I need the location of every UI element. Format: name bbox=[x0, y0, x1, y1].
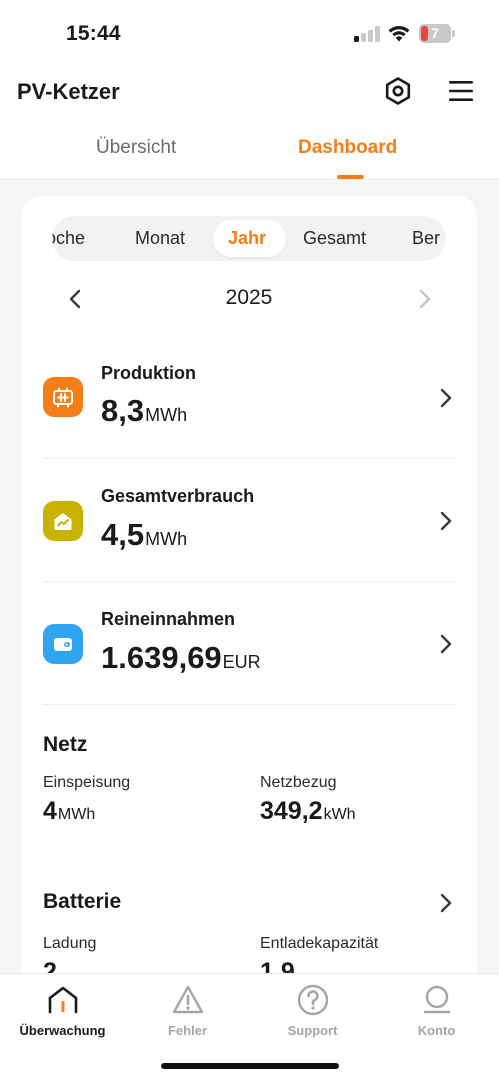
metric-value: 1.639,69EUR bbox=[101, 640, 261, 676]
nav-item-ueberwachung[interactable]: Überwachung bbox=[0, 974, 125, 1054]
chevron-right-icon[interactable] bbox=[416, 288, 434, 310]
metric-row-produktion[interactable]: Produktion 8,3MWh bbox=[43, 337, 456, 459]
home-chart-icon bbox=[43, 501, 83, 541]
einspeisung-label: Einspeisung bbox=[43, 774, 131, 791]
period-option-monat[interactable]: Monat bbox=[135, 228, 185, 249]
user-account-icon bbox=[423, 985, 451, 1014]
chevron-right-icon bbox=[440, 511, 452, 531]
netzbezug-number: 349,2 bbox=[260, 797, 323, 825]
period-option-bericht[interactable]: Ber bbox=[412, 228, 440, 249]
battery-level: 7 bbox=[431, 25, 439, 41]
ladung-label: Ladung bbox=[43, 935, 97, 952]
hamburger-menu-icon bbox=[449, 81, 473, 101]
nav-label: Fehler bbox=[167, 1023, 207, 1038]
section-title-batterie: Batterie bbox=[43, 890, 122, 913]
cellular-signal-icon bbox=[354, 26, 380, 42]
metric-label: Reineinnahmen bbox=[101, 609, 236, 629]
tab-uebersicht[interactable]: Übersicht bbox=[96, 137, 176, 159]
metric-row-gesamtverbrauch[interactable]: Gesamtverbrauch 4,5MWh bbox=[43, 460, 456, 582]
einspeisung-number: 4 bbox=[43, 797, 57, 825]
chevron-right-icon[interactable] bbox=[439, 892, 453, 914]
netzbezug-unit: kWh bbox=[323, 806, 356, 823]
app-title: PV-Ketzer bbox=[17, 79, 120, 104]
hexagon-settings-icon bbox=[385, 77, 411, 105]
chevron-right-icon bbox=[440, 388, 452, 408]
home-monitor-icon bbox=[48, 986, 78, 1014]
chevron-left-icon[interactable] bbox=[66, 288, 84, 310]
einspeisung-unit: MWh bbox=[57, 806, 96, 823]
warning-triangle-icon bbox=[172, 985, 204, 1014]
menu-button[interactable] bbox=[444, 74, 478, 108]
metric-label: Gesamtverbrauch bbox=[101, 486, 255, 506]
nav-label: Überwachung bbox=[19, 1023, 106, 1038]
einspeisung-value: 4MWh bbox=[43, 797, 95, 826]
section-title-netz: Netz bbox=[43, 733, 88, 756]
settings-button[interactable] bbox=[381, 74, 415, 108]
wallet-icon bbox=[43, 624, 83, 664]
metric-label: Produktion bbox=[101, 363, 196, 383]
metric-value: 4,5MWh bbox=[101, 517, 187, 553]
metric-unit: MWh bbox=[145, 529, 188, 549]
netzbezug-value: 349,2kWh bbox=[260, 797, 356, 826]
netzbezug-label: Netzbezug bbox=[260, 774, 337, 791]
nav-label: Support bbox=[287, 1023, 338, 1038]
metric-number: 4,5 bbox=[101, 517, 145, 552]
nav-item-fehler[interactable]: Fehler bbox=[125, 974, 250, 1054]
metric-unit: EUR bbox=[222, 652, 261, 672]
nav-item-konto[interactable]: Konto bbox=[374, 974, 499, 1054]
period-option-gesamt[interactable]: Gesamt bbox=[303, 228, 366, 249]
status-bar: 15:44 7 bbox=[0, 0, 499, 62]
chevron-right-icon bbox=[440, 634, 452, 654]
status-time: 15:44 bbox=[66, 22, 121, 45]
nav-label: Konto bbox=[417, 1023, 456, 1038]
metric-row-reineinnahmen[interactable]: Reineinnahmen 1.639,69EUR bbox=[43, 583, 456, 705]
year-label: 2025 bbox=[225, 286, 273, 309]
home-indicator bbox=[161, 1063, 339, 1069]
metric-number: 8,3 bbox=[101, 393, 145, 428]
active-tab-indicator bbox=[337, 175, 364, 179]
metric-value: 8,3MWh bbox=[101, 393, 187, 429]
entladekapazitaet-label: Entladekapazität bbox=[260, 935, 379, 952]
metric-unit: MWh bbox=[145, 405, 188, 425]
nav-item-support[interactable]: Support bbox=[250, 974, 375, 1054]
tab-bar: Übersicht Dashboard bbox=[0, 128, 499, 180]
help-circle-icon bbox=[297, 984, 329, 1016]
solar-panel-icon bbox=[43, 377, 83, 417]
battery-icon: 7 bbox=[419, 24, 455, 43]
tab-dashboard[interactable]: Dashboard bbox=[298, 137, 397, 159]
period-selector: oche Monat Jahr Gesamt Ber bbox=[52, 216, 446, 261]
period-option-woche[interactable]: oche bbox=[52, 228, 85, 249]
wifi-icon bbox=[388, 26, 410, 42]
period-option-jahr[interactable]: Jahr bbox=[228, 228, 266, 249]
metric-number: 1.639,69 bbox=[101, 640, 222, 675]
